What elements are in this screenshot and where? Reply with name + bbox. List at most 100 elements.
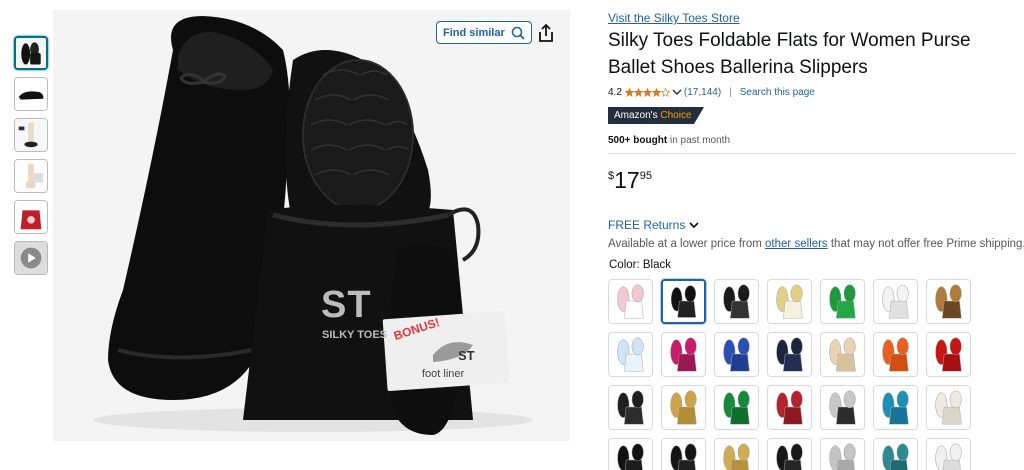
thumb-foot-liner[interactable]	[14, 159, 48, 193]
swatch-gold-white[interactable]	[767, 279, 812, 324]
product-title: Silky Toes Foldable Flats for Women Purs…	[608, 30, 971, 78]
thumb-video[interactable]	[14, 241, 48, 275]
swatch-thumbnail	[609, 333, 652, 376]
avail-before: Available at a lower price from	[608, 238, 766, 250]
swatch-thumbnail	[768, 280, 811, 323]
color-label: Color: Black	[609, 259, 671, 271]
swatch-thumbnail	[609, 280, 652, 323]
star-rating[interactable]	[624, 87, 670, 97]
swatch-black-2[interactable]	[608, 438, 653, 470]
star-icon	[651, 87, 661, 97]
thumbnail-strip	[14, 36, 48, 282]
star-icon	[642, 87, 652, 97]
thumb-red-pouch[interactable]	[14, 200, 48, 234]
swatch-thumbnail	[821, 386, 864, 429]
product-illustration	[53, 10, 570, 441]
rating-value: 4.2	[608, 86, 622, 98]
price-whole: 17	[614, 167, 640, 193]
bought-rest: in past month	[669, 135, 731, 146]
store-link[interactable]: Visit the Silky Toes Store	[608, 10, 1018, 26]
swatch-green[interactable]	[820, 279, 865, 324]
swatch-thumbnail	[874, 439, 917, 470]
avail-after: that may not offer free Prime shipping.	[827, 238, 1024, 250]
swatch-emerald[interactable]	[714, 385, 759, 430]
swatch-thumbnail	[768, 386, 811, 429]
share-button[interactable]	[535, 22, 557, 44]
swatch-black-sequin[interactable]	[608, 385, 653, 430]
product-info: Visit the Silky Toes Store Silky Toes Fo…	[608, 10, 1024, 470]
swatch-thumbnail	[821, 439, 864, 470]
swatch-thumbnail	[927, 386, 970, 429]
star-icon	[633, 87, 643, 97]
main-product-image[interactable]: ST SILKY TOES BONUS! ST foot liner Find …	[53, 10, 570, 441]
pouch-logo-caption: SILKY TOES	[322, 329, 388, 341]
swatch-thumbnail	[715, 280, 758, 323]
swatch-metallic-red[interactable]	[767, 385, 812, 430]
swatch-thumbnail	[768, 439, 811, 470]
swatch-black-3[interactable]	[661, 438, 706, 470]
find-similar-label: Find similar	[443, 26, 505, 39]
swatch-thumbnail	[609, 439, 652, 470]
chevron-down-icon	[689, 222, 699, 229]
swatch-navy[interactable]	[767, 332, 812, 377]
rating-count-link[interactable]: (17,144)	[684, 87, 721, 98]
price: $ 17 95	[608, 168, 1018, 194]
separator: |	[729, 86, 732, 98]
swatch-thumbnail	[927, 280, 970, 323]
swatch-nude[interactable]	[820, 332, 865, 377]
swatch-silver[interactable]	[820, 438, 865, 470]
pouch-logo: ST	[321, 284, 372, 326]
swatch-thumbnail	[927, 439, 970, 470]
price-fraction: 95	[639, 170, 652, 182]
badge-prefix: Amazon's	[614, 110, 658, 121]
swatch-thumbnail	[662, 386, 705, 429]
free-returns-link[interactable]: FREE Returns	[608, 218, 1018, 232]
swatch-royal-blue[interactable]	[714, 332, 759, 377]
amazons-choice-badge: Amazon's Choice	[608, 107, 704, 124]
swatch-pink[interactable]	[608, 279, 653, 324]
swatch-turquoise[interactable]	[873, 385, 918, 430]
swatch-gold-2[interactable]	[714, 438, 759, 470]
swatch-white-2[interactable]	[926, 438, 971, 470]
search-icon	[511, 26, 525, 40]
thumb-model[interactable]	[14, 118, 48, 152]
bought-count: 500+ bought in past month	[608, 135, 1018, 146]
swatch-black-4[interactable]	[767, 438, 812, 470]
swatch-thumbnail	[662, 439, 705, 470]
free-returns-label: FREE Returns	[608, 218, 686, 232]
liner-logo: ST	[458, 348, 475, 363]
swatch-silver-black[interactable]	[820, 385, 865, 430]
swatch-thumbnail	[662, 333, 705, 376]
swatch-thumbnail	[927, 333, 970, 376]
divider	[608, 153, 1016, 154]
swatch-teal[interactable]	[873, 438, 918, 470]
swatch-white[interactable]	[873, 279, 918, 324]
swatch-red[interactable]	[926, 332, 971, 377]
thumb-flat-side[interactable]	[14, 77, 48, 111]
share-icon	[539, 23, 553, 42]
swatch-thumbnail	[663, 281, 704, 322]
find-similar-button[interactable]: Find similar	[436, 21, 532, 44]
thumb-shoes-pouch[interactable]	[14, 36, 48, 70]
swatch-thumbnail	[609, 386, 652, 429]
swatch-black[interactable]	[661, 279, 706, 324]
swatch-black-pair[interactable]	[714, 279, 759, 324]
swatch-orange[interactable]	[873, 332, 918, 377]
swatch-gold[interactable]	[661, 385, 706, 430]
color-swatch-grid	[608, 279, 1018, 470]
swatch-light-blue[interactable]	[608, 332, 653, 377]
swatch-leopard[interactable]	[926, 279, 971, 324]
badge-choice: Choice	[660, 110, 692, 121]
swatch-fuchsia[interactable]	[661, 332, 706, 377]
availability-note: Available at a lower price from other se…	[608, 236, 1024, 253]
star-icon	[660, 87, 670, 97]
rating-row: 4.2 (17,144) | Search this page	[608, 85, 1018, 99]
liner-label: foot liner	[422, 368, 465, 380]
search-this-page-link[interactable]: Search this page	[740, 87, 815, 98]
swatch-cream[interactable]	[926, 385, 971, 430]
chevron-down-icon[interactable]	[672, 87, 682, 97]
swatch-thumbnail	[715, 386, 758, 429]
swatch-thumbnail	[715, 439, 758, 470]
other-sellers-link[interactable]: other sellers	[765, 238, 828, 250]
swatch-thumbnail	[874, 386, 917, 429]
